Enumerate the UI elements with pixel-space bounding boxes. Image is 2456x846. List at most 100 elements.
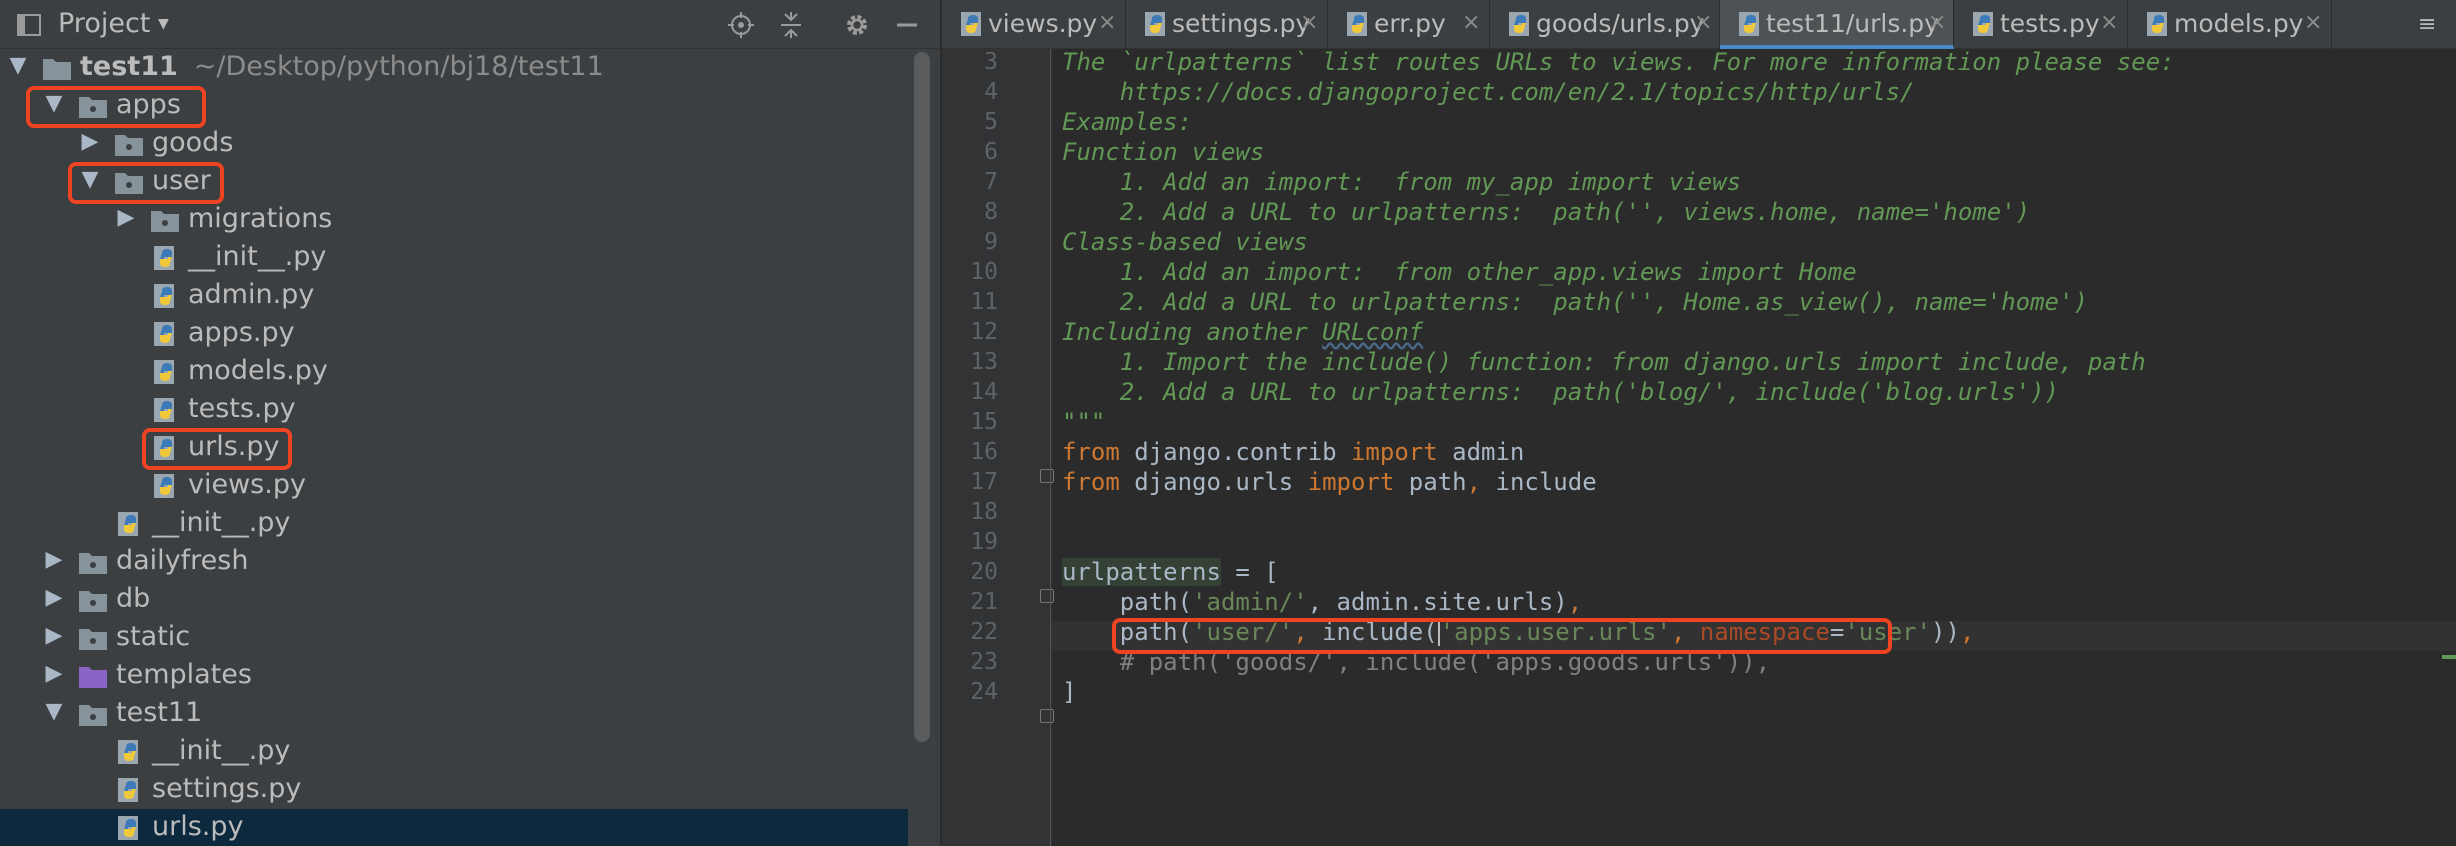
tab-tests[interactable]: tests.py ×	[1954, 0, 2128, 49]
fold-marker-icon[interactable]	[1040, 709, 1054, 723]
tree-item-settings[interactable]: settings.py	[0, 771, 908, 809]
tree-item-user-init[interactable]: __init__.py	[0, 239, 908, 277]
tree-item-test11-pkg[interactable]: ▼ test11	[0, 695, 908, 733]
tree-item-goods[interactable]: ▶ goods	[0, 125, 908, 163]
expand-arrow-icon[interactable]: ▼	[42, 699, 66, 724]
package-folder-icon	[79, 629, 107, 650]
code-token: =	[1829, 618, 1845, 646]
tree-item-models[interactable]: models.py	[0, 353, 908, 391]
project-title[interactable]: Project	[58, 8, 150, 39]
tree-item-db[interactable]: ▶ db	[0, 581, 908, 619]
code-line: 1. Import the include() function: from d…	[1062, 348, 2146, 376]
code-line: path('user/', include('apps.user.urls', …	[1062, 618, 1974, 646]
python-file-icon	[154, 360, 174, 384]
tree-item-apps[interactable]: ▼ apps	[0, 87, 908, 125]
code-token: 'user'	[1844, 618, 1932, 646]
expand-arrow-icon[interactable]: ▼	[42, 91, 66, 116]
tab-overflow-icon[interactable]: ≡	[2418, 12, 2436, 37]
tab-label: goods/urls.py	[1536, 9, 1705, 38]
tree-label: goods	[152, 127, 234, 158]
close-icon[interactable]: ×	[1300, 10, 1318, 35]
line-number: 3	[984, 49, 998, 75]
line-number: 11	[970, 289, 998, 315]
tree-label: settings.py	[152, 773, 302, 804]
tree-item-templates[interactable]: ▶ templates	[0, 657, 908, 695]
python-file-icon	[154, 398, 174, 422]
scroll-thumb[interactable]	[914, 52, 930, 742]
code-token: ,	[1567, 588, 1583, 616]
gear-icon[interactable]	[842, 10, 872, 40]
python-file-icon	[154, 284, 174, 308]
python-file-icon	[1145, 12, 1165, 36]
line-number: 22	[970, 619, 998, 645]
collapse-arrow-icon[interactable]: ▶	[42, 623, 66, 648]
python-file-icon	[154, 436, 174, 460]
editor-tabs: views.py × settings.py × err.py × goods/…	[942, 0, 2456, 49]
tree-item-views[interactable]: views.py	[0, 467, 908, 505]
line-number: 17	[970, 469, 998, 495]
tree-item-dailyfresh[interactable]: ▶ dailyfresh	[0, 543, 908, 581]
python-file-icon	[118, 740, 138, 764]
code-line: Class-based views	[1062, 228, 1308, 256]
tab-test11-urls[interactable]: test11/urls.py ×	[1720, 0, 1954, 49]
tab-err[interactable]: err.py ×	[1328, 0, 1490, 49]
tree-scrollbar[interactable]	[914, 52, 934, 742]
expand-arrow-icon[interactable]: ▼	[78, 167, 102, 192]
code-token: urlpatterns	[1062, 558, 1221, 586]
collapse-arrow-icon[interactable]: ▶	[42, 585, 66, 610]
close-icon[interactable]: ×	[1462, 10, 1480, 35]
package-folder-icon	[79, 591, 107, 612]
tree-item-admin[interactable]: admin.py	[0, 277, 908, 315]
fold-marker-icon[interactable]	[1040, 469, 1054, 483]
code-editor[interactable]: 3 4 5 6 7 8 9 10 11 12 13 14 15 16 17 18…	[942, 49, 2456, 846]
python-file-icon	[1739, 12, 1759, 36]
hide-panel-icon[interactable]	[892, 10, 922, 40]
close-icon[interactable]: ×	[1694, 10, 1712, 35]
tab-views[interactable]: views.py ×	[942, 0, 1126, 49]
tree-item-user[interactable]: ▼ user	[0, 163, 908, 201]
tree-item-migrations[interactable]: ▶ migrations	[0, 201, 908, 239]
close-icon[interactable]: ×	[2304, 10, 2322, 35]
code-token: import	[1350, 438, 1438, 466]
code-line: Examples:	[1062, 108, 1193, 136]
project-panel: Project ▼ ▼ test11 ~/Desktop/python/bj18…	[0, 0, 940, 846]
code-line: 2. Add a URL to urlpatterns: path('', Ho…	[1062, 288, 2088, 316]
code-token: django.urls	[1119, 468, 1308, 496]
close-icon[interactable]: ×	[2100, 10, 2118, 35]
module-folder-icon	[43, 59, 71, 80]
tab-label: views.py	[988, 9, 1098, 38]
chevron-down-icon[interactable]: ▼	[158, 16, 169, 32]
code-token: ,	[1293, 618, 1308, 646]
tab-models[interactable]: models.py ×	[2128, 0, 2332, 49]
line-number: 18	[970, 499, 998, 525]
tree-item-test11-urls[interactable]: urls.py	[0, 809, 908, 846]
collapse-arrow-icon[interactable]: ▶	[42, 661, 66, 686]
code-line: urlpatterns = [	[1062, 558, 1279, 586]
code-token: ,	[1959, 618, 1975, 646]
close-icon[interactable]: ×	[1928, 10, 1946, 35]
tree-item-test11[interactable]: ▼ test11 ~/Desktop/python/bj18/test11	[0, 49, 908, 87]
change-marker	[2442, 655, 2456, 659]
tab-settings[interactable]: settings.py ×	[1126, 0, 1328, 49]
code-token: path(	[1062, 618, 1193, 646]
fold-marker-icon[interactable]	[1040, 589, 1054, 603]
line-number-gutter: 3 4 5 6 7 8 9 10 11 12 13 14 15 16 17 18…	[942, 49, 1054, 846]
collapse-arrow-icon[interactable]: ▶	[78, 129, 102, 154]
collapse-arrow-icon[interactable]: ▶	[42, 547, 66, 572]
code-line: 2. Add a URL to urlpatterns: path('blog/…	[1062, 378, 2059, 406]
expand-arrow-icon[interactable]: ▼	[6, 53, 30, 78]
tree-item-apps-init[interactable]: __init__.py	[0, 505, 908, 543]
tree-item-apps-py[interactable]: apps.py	[0, 315, 908, 353]
tree-item-static[interactable]: ▶ static	[0, 619, 908, 657]
tree-item-test11-init[interactable]: __init__.py	[0, 733, 908, 771]
close-icon[interactable]: ×	[1098, 10, 1116, 35]
tab-goods-urls[interactable]: goods/urls.py ×	[1490, 0, 1720, 49]
tree-item-user-urls[interactable]: urls.py	[0, 429, 908, 467]
collapse-arrow-icon[interactable]: ▶	[114, 205, 138, 230]
project-tree: ▼ test11 ~/Desktop/python/bj18/test11 ▼ a…	[0, 49, 908, 846]
tree-item-tests[interactable]: tests.py	[0, 391, 908, 429]
locate-icon[interactable]	[726, 10, 756, 40]
collapse-all-icon[interactable]	[776, 10, 806, 40]
tree-label: apps.py	[188, 317, 295, 348]
line-number: 12	[970, 319, 998, 345]
